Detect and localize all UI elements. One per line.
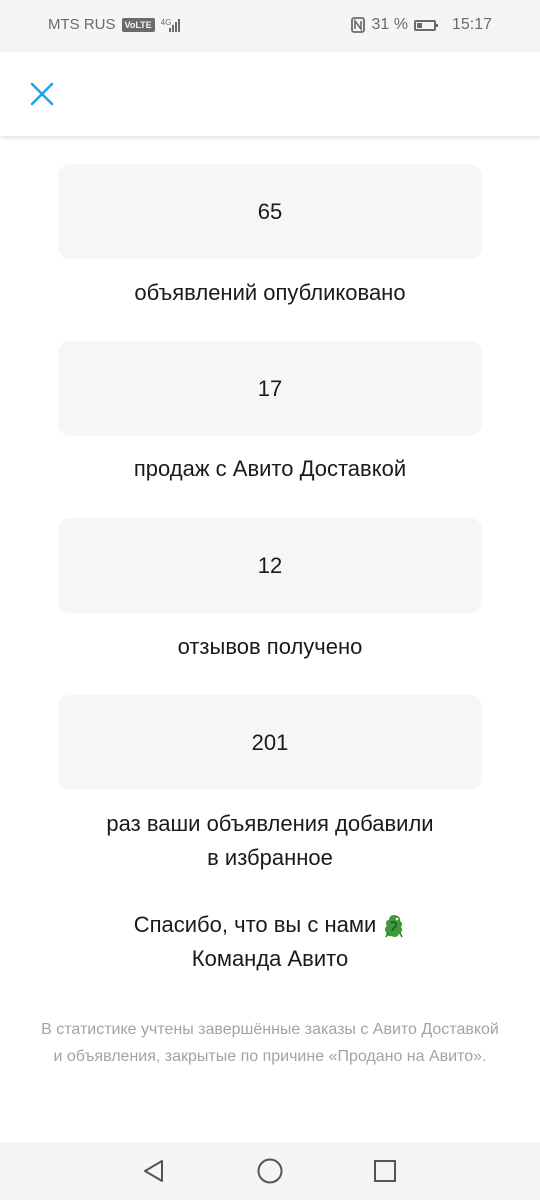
stat-card-listings: 65 bbox=[58, 164, 482, 259]
app-bar bbox=[0, 52, 540, 136]
statistics-footnote: В статистике учтены завершённые заказы с… bbox=[41, 1021, 499, 1065]
nfc-icon bbox=[351, 17, 366, 33]
stat-card-delivery-sales: 17 bbox=[58, 341, 482, 436]
battery-icon bbox=[413, 19, 438, 31]
stat-label-listings: объявлений опубликовано bbox=[40, 276, 500, 310]
nav-recents-button[interactable] bbox=[370, 1156, 400, 1186]
network-type: 4G bbox=[160, 17, 172, 27]
stat-value: 17 bbox=[257, 375, 283, 401]
stat-value: 201 bbox=[251, 729, 289, 755]
thanks-message: Спасибо, что вы с нами Команда Авито bbox=[40, 908, 500, 976]
status-bar: MTS RUS VoLTE 4G 31 % 15:17 bbox=[0, 0, 540, 52]
signal-indicator: 4G bbox=[161, 18, 181, 32]
recents-square-icon bbox=[374, 1160, 396, 1182]
stat-label-line: раз ваши объявления добавили bbox=[106, 811, 434, 836]
team-signature: Команда Авито bbox=[191, 946, 349, 971]
stat-label-line: продаж с Авито Доставкой bbox=[133, 456, 407, 481]
stat-value: 65 bbox=[257, 198, 283, 224]
status-left: MTS RUS VoLTE 4G bbox=[48, 16, 181, 33]
volte-badge: VoLTE bbox=[121, 17, 155, 32]
stat-label-line: в избранное bbox=[207, 845, 333, 870]
dragon-icon bbox=[385, 915, 403, 938]
screen: MTS RUS VoLTE 4G 31 % 15:17 65 объявлени… bbox=[0, 0, 540, 1200]
close-icon bbox=[30, 82, 54, 106]
carrier-name: MTS RUS bbox=[48, 16, 116, 33]
close-button[interactable] bbox=[24, 76, 60, 112]
stat-label-line: объявлений опубликовано bbox=[134, 280, 406, 305]
thanks-text: Спасибо, что вы с нами bbox=[133, 912, 377, 937]
home-circle-icon bbox=[257, 1158, 283, 1184]
stat-label-reviews: отзывов получено bbox=[40, 630, 500, 664]
clock: 15:17 bbox=[451, 16, 492, 33]
nav-back-button[interactable] bbox=[139, 1156, 169, 1186]
stat-value: 12 bbox=[257, 552, 283, 578]
stat-label-delivery-sales: продаж с Авито Доставкой bbox=[40, 452, 500, 486]
status-right: 31 % 15:17 bbox=[351, 16, 492, 34]
stat-label-favorites: раз ваши объявления добавили в избранное bbox=[40, 807, 500, 875]
battery-fill bbox=[416, 22, 422, 28]
stat-card-favorites: 201 bbox=[58, 695, 482, 790]
nav-home-button[interactable] bbox=[255, 1156, 285, 1186]
stat-label-line: отзывов получено bbox=[177, 634, 363, 659]
thanks-line: Спасибо, что вы с нами bbox=[40, 908, 500, 942]
system-nav-bar bbox=[0, 1142, 540, 1200]
stat-card-reviews: 12 bbox=[58, 518, 482, 613]
back-triangle-icon bbox=[144, 1160, 163, 1182]
battery-percent: 31 % bbox=[371, 16, 408, 33]
